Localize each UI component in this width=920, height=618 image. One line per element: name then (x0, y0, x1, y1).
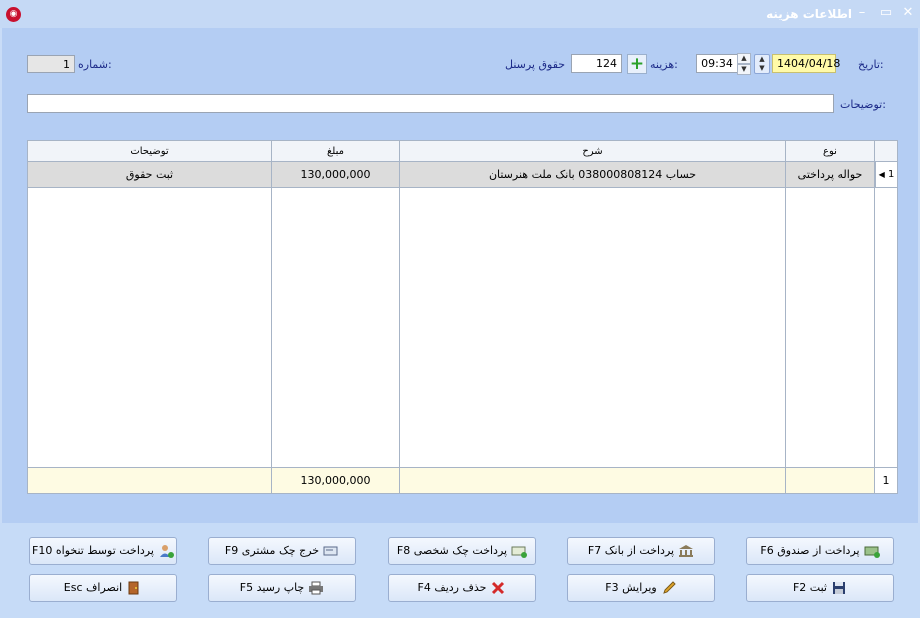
row-indicator[interactable]: ◀ 1 (875, 162, 897, 188)
footer-total-amount: 130,000,000 (272, 467, 400, 493)
footer-description-cell (400, 467, 786, 493)
cash-register-icon (864, 546, 880, 558)
number-field[interactable]: 1 (27, 55, 75, 73)
close-icon[interactable]: ✕ (898, 4, 918, 22)
expense-code-field[interactable]: 124 (571, 54, 622, 73)
date-picker-spinner[interactable]: ▲ ▼ (754, 54, 770, 74)
footer-type-cell (786, 467, 875, 493)
row-notes-cell[interactable]: ثبت حقوق (28, 162, 272, 188)
grid-divider (874, 188, 875, 467)
row-type-cell[interactable]: حواله پرداختی (786, 162, 875, 188)
expense-window: ◉ اطلاعات هزینه – ▭ ✕ شماره: 1 تاریخ: 14… (0, 0, 920, 618)
description-label: توضیحات: (840, 98, 886, 111)
column-header-type[interactable]: نوع (786, 141, 875, 162)
date-label: تاریخ: (858, 58, 884, 71)
maximize-icon[interactable]: ▭ (876, 4, 896, 22)
save-icon (833, 582, 845, 594)
expense-label: هزینه: (650, 58, 678, 71)
number-label: شماره: (78, 58, 112, 71)
column-header-notes[interactable]: توضیحات (28, 141, 272, 162)
edit-button[interactable]: ویرایش F3 (567, 574, 715, 602)
time-field[interactable]: 09:34 (696, 54, 738, 73)
column-header-amount[interactable]: مبلغ (272, 141, 400, 162)
time-spinner[interactable]: ▲ ▼ (737, 53, 751, 75)
check-icon (511, 546, 528, 558)
delete-row-button[interactable]: حذف ردیف F4 (388, 574, 536, 602)
grid-divider (399, 188, 400, 467)
bank-icon (679, 545, 694, 557)
cancel-button[interactable]: انصراف Esc (29, 574, 177, 602)
save-button[interactable]: ثبت F2 (746, 574, 894, 602)
column-header-description[interactable]: شرح (400, 141, 786, 162)
pay-personal-check-button[interactable]: پرداخت چک شخصی F8 (388, 537, 536, 565)
pay-salary-button[interactable]: پرداخت توسط تنخواه F10 (29, 537, 177, 565)
add-expense-button[interactable]: + (627, 54, 647, 74)
expense-name: حقوق پرسنل (505, 58, 566, 71)
customer-check-button[interactable]: خرج چک مشتری F9 (208, 537, 356, 565)
items-grid: توضیحات مبلغ شرح نوع ثبت حقوق 130,000,00… (27, 140, 898, 494)
minimize-icon[interactable]: – (852, 4, 872, 22)
footer-row-count: 1 (875, 467, 897, 493)
description-field[interactable] (27, 94, 834, 113)
pay-from-bank-button[interactable]: پرداخت از بانک F7 (567, 537, 715, 565)
pencil-icon (662, 581, 676, 594)
grid-divider (785, 188, 786, 467)
row-amount-cell[interactable]: 130,000,000 (272, 162, 400, 188)
row-index: 1 (887, 169, 895, 180)
delete-icon (492, 581, 505, 595)
window-title: اطلاعات هزینه (766, 7, 852, 21)
printer-icon (309, 581, 324, 595)
title-bar: ◉ اطلاعات هزینه – ▭ ✕ (0, 0, 920, 28)
row-pointer-icon: ◀ (878, 170, 885, 179)
customer-check-icon (323, 546, 338, 556)
app-logo-icon: ◉ (6, 7, 21, 22)
user-icon (159, 545, 174, 558)
print-receipt-button[interactable]: چاپ رسید F5 (208, 574, 356, 602)
column-header-indicator (875, 141, 897, 162)
date-field[interactable]: 1404/04/18 (772, 54, 840, 73)
exit-door-icon (128, 581, 139, 595)
row-description-cell[interactable]: حساب 038000808124 بانک ملت هنرستان (400, 162, 786, 188)
pay-from-cash-button[interactable]: پرداخت از صندوق F6 (746, 537, 894, 565)
grid-divider (271, 188, 272, 467)
footer-notes-cell (28, 467, 272, 493)
action-bar: پرداخت از صندوق F6 پرداخت از بانک F7 پرد… (0, 523, 920, 618)
